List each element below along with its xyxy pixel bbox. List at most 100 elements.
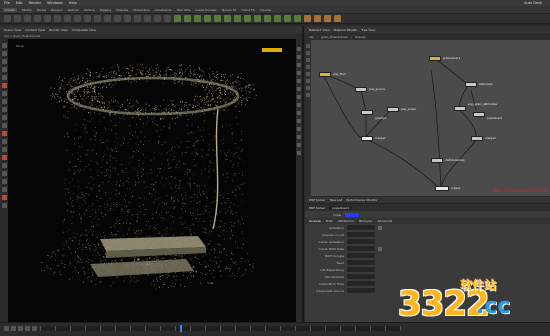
network-home-icon[interactable]: [306, 58, 310, 62]
tab-context-view[interactable]: Context View: [25, 28, 45, 32]
tab-behavior[interactable]: Behavior: [359, 219, 372, 223]
node-merge2[interactable]: [471, 136, 483, 141]
menu-windows[interactable]: Windows: [47, 1, 63, 5]
menu-render[interactable]: Render: [29, 1, 41, 5]
circle-tool-icon[interactable]: [74, 15, 81, 22]
prim-snap-icon[interactable]: [1, 115, 7, 120]
font-tool-icon[interactable]: [124, 15, 131, 22]
spot-light-tool-icon[interactable]: [194, 15, 201, 22]
desktop-selector[interactable]: Auto Desk: [524, 1, 542, 5]
rotate-tool-icon[interactable]: [1, 59, 7, 64]
current-frame-cursor[interactable]: [180, 325, 182, 332]
metaball-tool-icon[interactable]: [154, 15, 161, 22]
pivot-icon[interactable]: [1, 147, 7, 152]
step-forward-icon[interactable]: [25, 326, 30, 331]
network-zoom-icon[interactable]: [306, 51, 310, 55]
shelf-tab[interactable]: Rigging: [100, 8, 111, 12]
shelf-tab[interactable]: Characters: [133, 8, 149, 12]
shelf-tab[interactable]: Polygon: [51, 8, 63, 12]
switcher-tool-icon[interactable]: [324, 15, 331, 22]
param-field[interactable]: [347, 232, 375, 237]
edge-snap-icon[interactable]: [1, 131, 7, 136]
node-merge1[interactable]: [361, 136, 373, 141]
curve-tool-icon[interactable]: [84, 15, 91, 22]
ambient-light-tool-icon[interactable]: [294, 15, 301, 22]
menu-file[interactable]: File: [4, 1, 10, 5]
draw-curve-tool-icon[interactable]: [94, 15, 101, 22]
template-icon[interactable]: [297, 111, 301, 115]
tube-tool-icon[interactable]: [24, 15, 31, 22]
multi-snap-icon[interactable]: [1, 139, 7, 144]
network-layout-icon[interactable]: [306, 65, 310, 69]
help-icon[interactable]: [1, 203, 7, 208]
node-gravity[interactable]: [361, 110, 373, 115]
environment-light-tool-icon[interactable]: [244, 15, 251, 22]
handle-tool-icon[interactable]: [1, 75, 7, 80]
node-pop-source[interactable]: [355, 87, 367, 92]
param-field[interactable]: [347, 260, 375, 265]
param-field[interactable]: [347, 246, 375, 251]
shelf-tab[interactable]: Volume: [260, 8, 271, 12]
light-tool-icon[interactable]: [174, 15, 181, 22]
tab-sources[interactable]: Sources: [309, 219, 321, 223]
sky-light-tool-icon[interactable]: [254, 15, 261, 22]
grid-tool-icon[interactable]: [44, 15, 51, 22]
network-sticky-icon[interactable]: [306, 72, 310, 76]
pose-tool-icon[interactable]: [1, 83, 7, 88]
step-back-icon[interactable]: [11, 326, 16, 331]
normals-icon[interactable]: [297, 103, 301, 107]
3d-viewport[interactable]: Persp: [8, 39, 298, 322]
menu-edit[interactable]: Edit: [16, 1, 23, 5]
param-field[interactable]: [347, 239, 375, 244]
camera-icon[interactable]: [1, 155, 7, 160]
network-dot-icon[interactable]: [306, 86, 310, 90]
shelf-tab[interactable]: Terrain FX: [222, 8, 237, 12]
box-tool-icon[interactable]: [4, 15, 11, 22]
scale-tool-icon[interactable]: [1, 67, 7, 72]
param-field[interactable]: [347, 225, 375, 230]
shelf-tab[interactable]: Guide Process: [195, 8, 216, 12]
grid-snap-icon[interactable]: [1, 107, 7, 112]
camera-menu-badge[interactable]: [262, 48, 282, 52]
param-field[interactable]: [347, 253, 375, 258]
torus-tool-icon[interactable]: [34, 15, 41, 22]
tab-performance-monitor[interactable]: Performance Monitor: [346, 198, 377, 202]
tab-network-view[interactable]: Network View: [309, 28, 330, 32]
display-icon[interactable]: [1, 187, 7, 192]
shelf-tab[interactable]: Modify: [22, 8, 32, 12]
platonic-tool-icon[interactable]: [134, 15, 141, 22]
flipbook-icon[interactable]: [1, 179, 7, 184]
wireframe-icon[interactable]: [297, 55, 301, 59]
shelf-tab[interactable]: Model: [37, 8, 46, 12]
node-output[interactable]: [435, 186, 449, 191]
move-tool-icon[interactable]: [1, 51, 7, 56]
shelf-tab[interactable]: Cloud FX: [241, 8, 254, 12]
volume-light-tool-icon[interactable]: [224, 15, 231, 22]
shadow-icon[interactable]: [297, 79, 301, 83]
tab-scene-view[interactable]: Scene View: [4, 28, 21, 32]
node-staticobj[interactable]: [465, 82, 477, 87]
tab-composite-view[interactable]: Composite View: [72, 28, 96, 32]
stereo-camera-tool-icon[interactable]: [334, 15, 341, 22]
network-select-icon[interactable]: [306, 44, 310, 48]
geometry-light-tool-icon[interactable]: [214, 15, 221, 22]
shelf-tab[interactable]: Texture: [84, 8, 95, 12]
view-tool-icon[interactable]: [1, 91, 7, 96]
play-icon[interactable]: [18, 326, 23, 331]
shelf-tab[interactable]: Create: [3, 7, 17, 12]
param-field[interactable]: [347, 274, 375, 279]
node-name-field[interactable]: popsolver1: [329, 205, 353, 210]
node-pop-fluid[interactable]: [319, 72, 331, 77]
area-light-tool-icon[interactable]: [204, 15, 211, 22]
camera-tool-icon[interactable]: [304, 15, 311, 22]
grid-display-icon[interactable]: [297, 119, 301, 123]
visualizer-icon[interactable]: [297, 143, 301, 147]
timeline-scrubber[interactable]: [40, 326, 401, 331]
shelf-tab[interactable]: Muscles: [116, 8, 128, 12]
portal-light-tool-icon[interactable]: [284, 15, 291, 22]
shelf-tab[interactable]: Deform: [68, 8, 79, 12]
line-tool-icon[interactable]: [64, 15, 71, 22]
node-distributedobj[interactable]: [431, 158, 443, 163]
node-pop-solver[interactable]: [387, 107, 399, 112]
hud-icon[interactable]: [297, 135, 301, 139]
